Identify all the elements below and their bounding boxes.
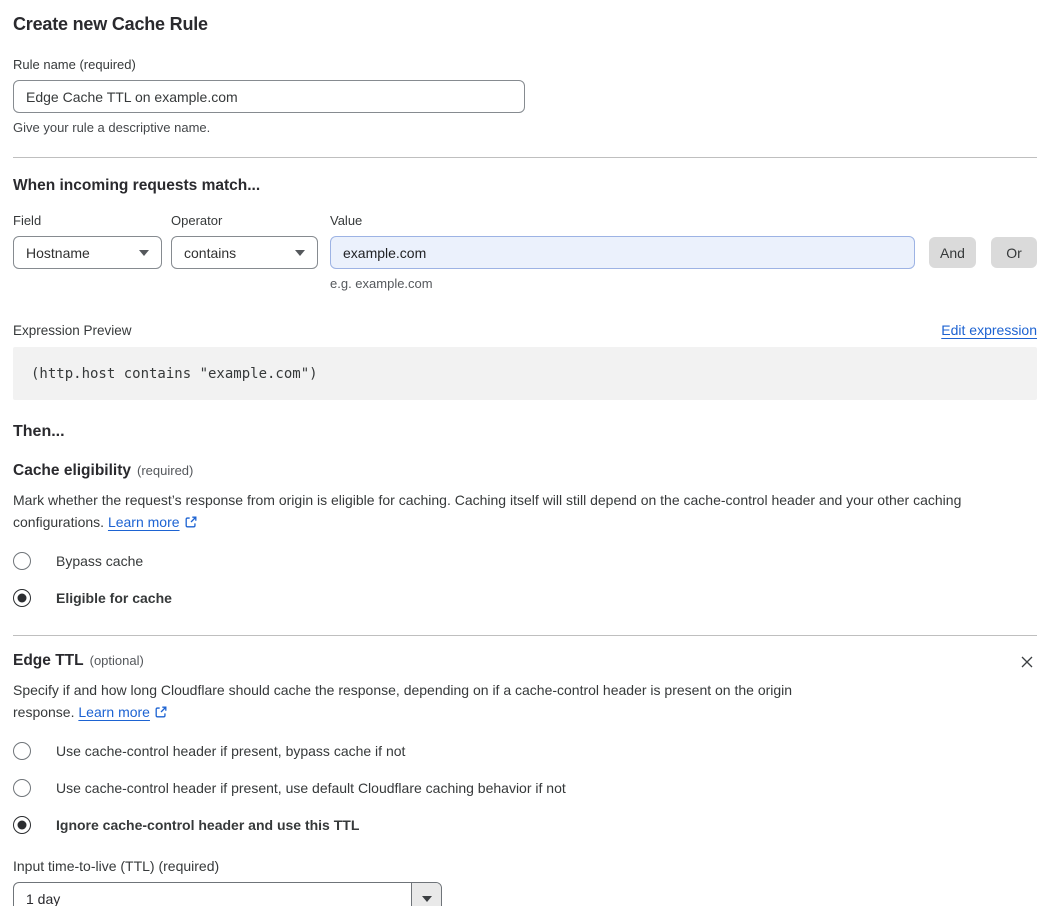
edge-ttl-description: Specify if and how long Cloudflare shoul… <box>13 682 793 720</box>
radio-option-use-header-default[interactable]: Use cache-control header if present, use… <box>13 779 1037 797</box>
or-button[interactable]: Or <box>991 237 1037 268</box>
cache-eligibility-description: Mark whether the request’s response from… <box>13 492 962 530</box>
radio-label: Bypass cache <box>56 553 144 569</box>
radio-label: Eligible for cache <box>56 590 172 606</box>
value-help: e.g. example.com <box>330 276 433 291</box>
radio-option-eligible-for-cache[interactable]: Eligible for cache <box>13 589 1037 607</box>
match-controls-row: Hostname contains And Or <box>13 236 1037 269</box>
ttl-select[interactable]: 1 day <box>13 882 442 906</box>
field-select[interactable]: Hostname <box>13 236 162 269</box>
ttl-dropdown-button[interactable] <box>411 883 441 906</box>
radio-option-ignore-header-use-ttl[interactable]: Ignore cache-control header and use this… <box>13 816 1037 834</box>
then-heading: Then... <box>13 423 65 440</box>
ttl-select-value: 1 day <box>26 890 61 906</box>
chevron-down-icon <box>295 249 305 256</box>
divider <box>13 635 1037 636</box>
chevron-down-icon <box>139 249 149 256</box>
cache-eligibility-heading: Cache eligibility <box>13 462 132 479</box>
operator-label: Operator <box>171 213 223 228</box>
and-button[interactable]: And <box>929 237 976 268</box>
expression-preview-label: Expression Preview <box>13 323 132 338</box>
divider <box>13 157 1037 158</box>
radio-icon[interactable] <box>13 816 31 834</box>
edit-expression-link[interactable]: Edit expression <box>941 322 1037 338</box>
external-link-icon <box>155 706 167 717</box>
chevron-down-icon <box>421 895 432 902</box>
edge-ttl-header: Edge TTL (optional) <box>13 652 1037 672</box>
expression-code: (http.host contains "example.com") <box>31 365 318 382</box>
radio-option-use-header-bypass[interactable]: Use cache-control header if present, byp… <box>13 742 1037 760</box>
expression-code-block: (http.host contains "example.com") <box>13 347 1037 400</box>
match-labels-row: Field Operator Value <box>13 213 1037 228</box>
radio-icon[interactable] <box>13 742 31 760</box>
close-icon[interactable] <box>1017 652 1037 672</box>
radio-label: Use cache-control header if present, use… <box>56 780 566 796</box>
rule-name-help: Give your rule a descriptive name. <box>13 120 211 135</box>
operator-select-value: contains <box>184 244 237 261</box>
radio-option-bypass-cache[interactable]: Bypass cache <box>13 552 1037 570</box>
match-heading: When incoming requests match... <box>13 177 261 194</box>
value-input[interactable] <box>330 236 915 269</box>
field-label: Field <box>13 213 42 228</box>
value-label: Value <box>330 213 363 228</box>
edge-ttl-optional-badge: (optional) <box>89 653 144 668</box>
external-link-icon <box>185 516 197 527</box>
ttl-label: Input time-to-live (TTL) (required) <box>13 858 220 874</box>
radio-icon[interactable] <box>13 779 31 797</box>
radio-label: Ignore cache-control header and use this… <box>56 817 360 833</box>
learn-more-link[interactable]: Learn more <box>78 704 150 720</box>
radio-icon[interactable] <box>13 589 31 607</box>
radio-label: Use cache-control header if present, byp… <box>56 743 406 759</box>
rule-name-input[interactable] <box>13 80 525 113</box>
learn-more-link[interactable]: Learn more <box>108 514 180 530</box>
rule-name-label: Rule name (required) <box>13 57 136 72</box>
page-title: Create new Cache Rule <box>13 14 208 34</box>
operator-select[interactable]: contains <box>171 236 318 269</box>
field-select-value: Hostname <box>26 244 90 261</box>
cache-eligibility-required-badge: (required) <box>137 463 194 478</box>
edge-ttl-heading: Edge TTL <box>13 652 84 669</box>
cache-eligibility-header: Cache eligibility (required) <box>13 462 1037 480</box>
create-cache-rule-page: Create new Cache Rule Rule name (require… <box>0 0 1058 906</box>
expression-preview-row: Expression Preview Edit expression <box>13 322 1037 338</box>
radio-icon[interactable] <box>13 552 31 570</box>
